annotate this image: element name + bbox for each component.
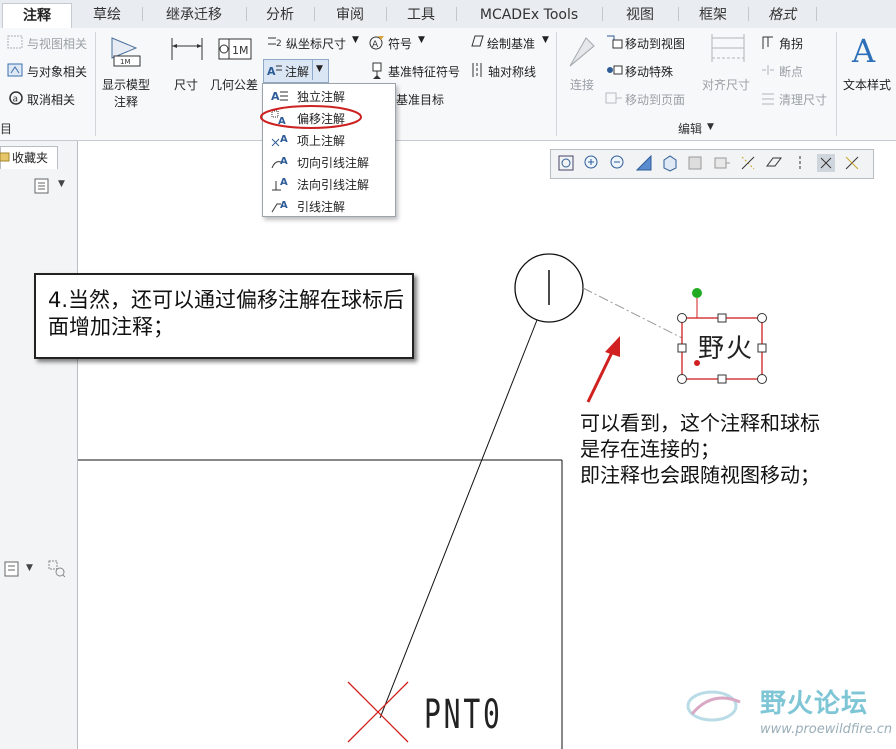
leader-note-icon: A xyxy=(271,200,288,213)
menu-item-label: 引线注解 xyxy=(297,200,346,214)
highlight-ring xyxy=(260,105,362,129)
menu-item-on-item-note[interactable]: A 项上注解 xyxy=(263,129,395,151)
resize-handle[interactable] xyxy=(757,313,767,323)
resize-handle[interactable] xyxy=(757,343,767,353)
menu-item-label: 项上注解 xyxy=(297,134,346,148)
tutorial-note-line: 是存在连接的； xyxy=(580,437,720,461)
tangent-leader-note-icon: A xyxy=(271,156,288,169)
resize-handle[interactable] xyxy=(677,343,687,353)
offset-note-text[interactable]: 野火 xyxy=(698,328,754,365)
watermark-url: www.proewildfire.cn xyxy=(760,722,893,737)
watermark-name: 野火论坛 xyxy=(760,689,869,719)
tutorial-note-line: 即注释也会跟随视图移动； xyxy=(580,463,820,487)
tutorial-callout-text: 4.当然，还可以通过偏移注解在球标后面增加注释； xyxy=(48,288,405,339)
menu-item-leader-note[interactable]: A 引线注解 xyxy=(263,195,395,217)
menu-item-label: 切向引线注解 xyxy=(297,156,370,170)
balloon-leader-line xyxy=(379,319,538,719)
datum-point-label[interactable]: PNT0 xyxy=(424,692,503,738)
resize-handle[interactable] xyxy=(677,313,687,323)
menu-item-tangent-leader-note[interactable]: A 切向引线注解 xyxy=(263,151,395,173)
menu-item-label: 法向引线注解 xyxy=(297,178,370,192)
resize-handle[interactable] xyxy=(757,374,767,384)
resize-handle[interactable] xyxy=(677,374,687,384)
svg-text:A: A xyxy=(280,177,288,188)
svg-text:A: A xyxy=(280,134,288,145)
tutorial-note-line: 可以看到，这个注释和球标 xyxy=(580,411,820,435)
on-item-note-icon: A xyxy=(271,134,288,147)
svg-text:A: A xyxy=(280,156,288,167)
resize-handle[interactable] xyxy=(717,313,727,323)
normal-leader-note-icon: A xyxy=(272,177,288,191)
arrow-head-icon xyxy=(605,336,620,357)
menu-item-normal-leader-note[interactable]: A 法向引线注解 xyxy=(263,173,395,195)
resize-handle[interactable] xyxy=(717,374,727,384)
drawing-canvas[interactable] xyxy=(0,0,896,749)
offset-connection-line xyxy=(582,287,683,339)
svg-text:A: A xyxy=(280,200,288,211)
tutorial-callout-box: 4.当然，还可以通过偏移注解在球标后面增加注释； xyxy=(34,273,414,359)
rotation-handle[interactable] xyxy=(692,288,702,298)
tutorial-note: 可以看到，这个注释和球标 是存在连接的； 即注释也会跟随视图移动； xyxy=(580,410,896,488)
watermark-logo-icon xyxy=(686,690,741,722)
